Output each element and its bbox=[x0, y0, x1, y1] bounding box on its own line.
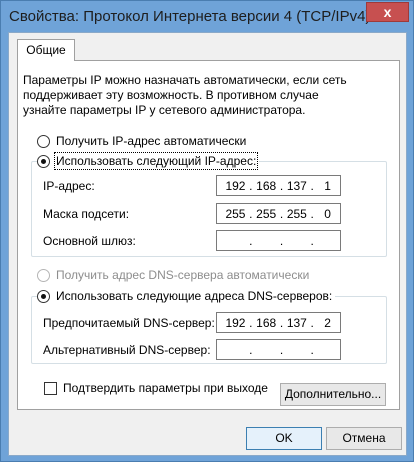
manual-dns-option[interactable]: Использовать следующие адреса DNS-сервер… bbox=[37, 289, 336, 303]
default-gateway-label: Основной шлюз: bbox=[43, 234, 136, 248]
manual-dns-radio[interactable] bbox=[37, 289, 50, 303]
alternate-dns-input[interactable]: . . . bbox=[216, 339, 341, 360]
close-button[interactable]: x bbox=[366, 2, 409, 22]
manual-ip-label: Использовать следующий IP-адрес: bbox=[53, 152, 259, 170]
validate-on-exit-option[interactable]: Подтвердить параметры при выходе bbox=[44, 381, 268, 395]
octet: 168 bbox=[256, 315, 277, 330]
default-gateway-input[interactable]: . . . bbox=[216, 230, 341, 251]
octet: 255 bbox=[256, 206, 277, 221]
cancel-button[interactable]: Отмена bbox=[326, 427, 402, 450]
octet-dot: . bbox=[249, 342, 253, 357]
subnet-mask-label: Маска подсети: bbox=[43, 207, 130, 221]
octet: 192 bbox=[225, 315, 246, 330]
description-text: Параметры IP можно назначать автоматичес… bbox=[23, 73, 347, 117]
auto-ip-option[interactable]: Получить IP-адрес автоматически bbox=[37, 134, 246, 148]
octet-dot: . bbox=[310, 342, 314, 357]
auto-dns-label: Получить адрес DNS-сервера автоматически bbox=[56, 268, 310, 282]
validate-on-exit-checkbox[interactable] bbox=[44, 381, 57, 395]
ok-button[interactable]: OK bbox=[246, 427, 322, 450]
octet-dot: . bbox=[279, 233, 284, 248]
octet: 255 bbox=[286, 206, 307, 221]
octet: 255 bbox=[225, 206, 246, 221]
subnet-mask-input[interactable]: 255. 255. 255. 0 bbox=[216, 203, 341, 224]
tab-general[interactable]: Общие bbox=[17, 39, 75, 61]
preferred-dns-input[interactable]: 192. 168. 137. 2 bbox=[216, 312, 341, 333]
window-title: Свойства: Протокол Интернета версии 4 (T… bbox=[9, 8, 371, 25]
octet-dot: . bbox=[249, 233, 253, 248]
preferred-dns-label: Предпочитаемый DNS-сервер: bbox=[43, 316, 215, 330]
manual-ip-radio[interactable] bbox=[37, 154, 50, 168]
auto-dns-option[interactable]: Получить адрес DNS-сервера автоматически bbox=[37, 268, 309, 282]
octet: 2 bbox=[324, 315, 331, 330]
ip-address-label: IP-адрес: bbox=[43, 179, 95, 193]
octet: 192 bbox=[225, 178, 246, 193]
octet: 0 bbox=[324, 206, 331, 221]
octet: 168 bbox=[256, 178, 277, 193]
octet-dot: . bbox=[310, 233, 314, 248]
properties-dialog: Свойства: Протокол Интернета версии 4 (T… bbox=[0, 0, 414, 462]
octet: 137 bbox=[286, 315, 307, 330]
ip-address-input[interactable]: 192. 168. 137. 1 bbox=[216, 175, 341, 196]
title-bar[interactable]: Свойства: Протокол Интернета версии 4 (T… bbox=[1, 1, 413, 33]
manual-ip-option[interactable]: Использовать следующий IP-адрес: bbox=[37, 152, 260, 170]
auto-dns-radio[interactable] bbox=[37, 268, 50, 282]
auto-ip-radio[interactable] bbox=[37, 134, 50, 148]
advanced-button[interactable]: Дополнительно... bbox=[280, 383, 386, 406]
alternate-dns-label: Альтернативный DNS-сервер: bbox=[43, 343, 211, 357]
validate-on-exit-label: Подтвердить параметры при выходе bbox=[63, 381, 268, 395]
octet-dot: . bbox=[279, 342, 284, 357]
octet: 1 bbox=[324, 178, 331, 193]
manual-dns-label: Использовать следующие адреса DNS-сервер… bbox=[56, 289, 333, 303]
auto-ip-label: Получить IP-адрес автоматически bbox=[56, 134, 247, 148]
dialog-client-area: Общие Параметры IP можно назначать автом… bbox=[8, 32, 407, 456]
octet: 137 bbox=[286, 178, 307, 193]
